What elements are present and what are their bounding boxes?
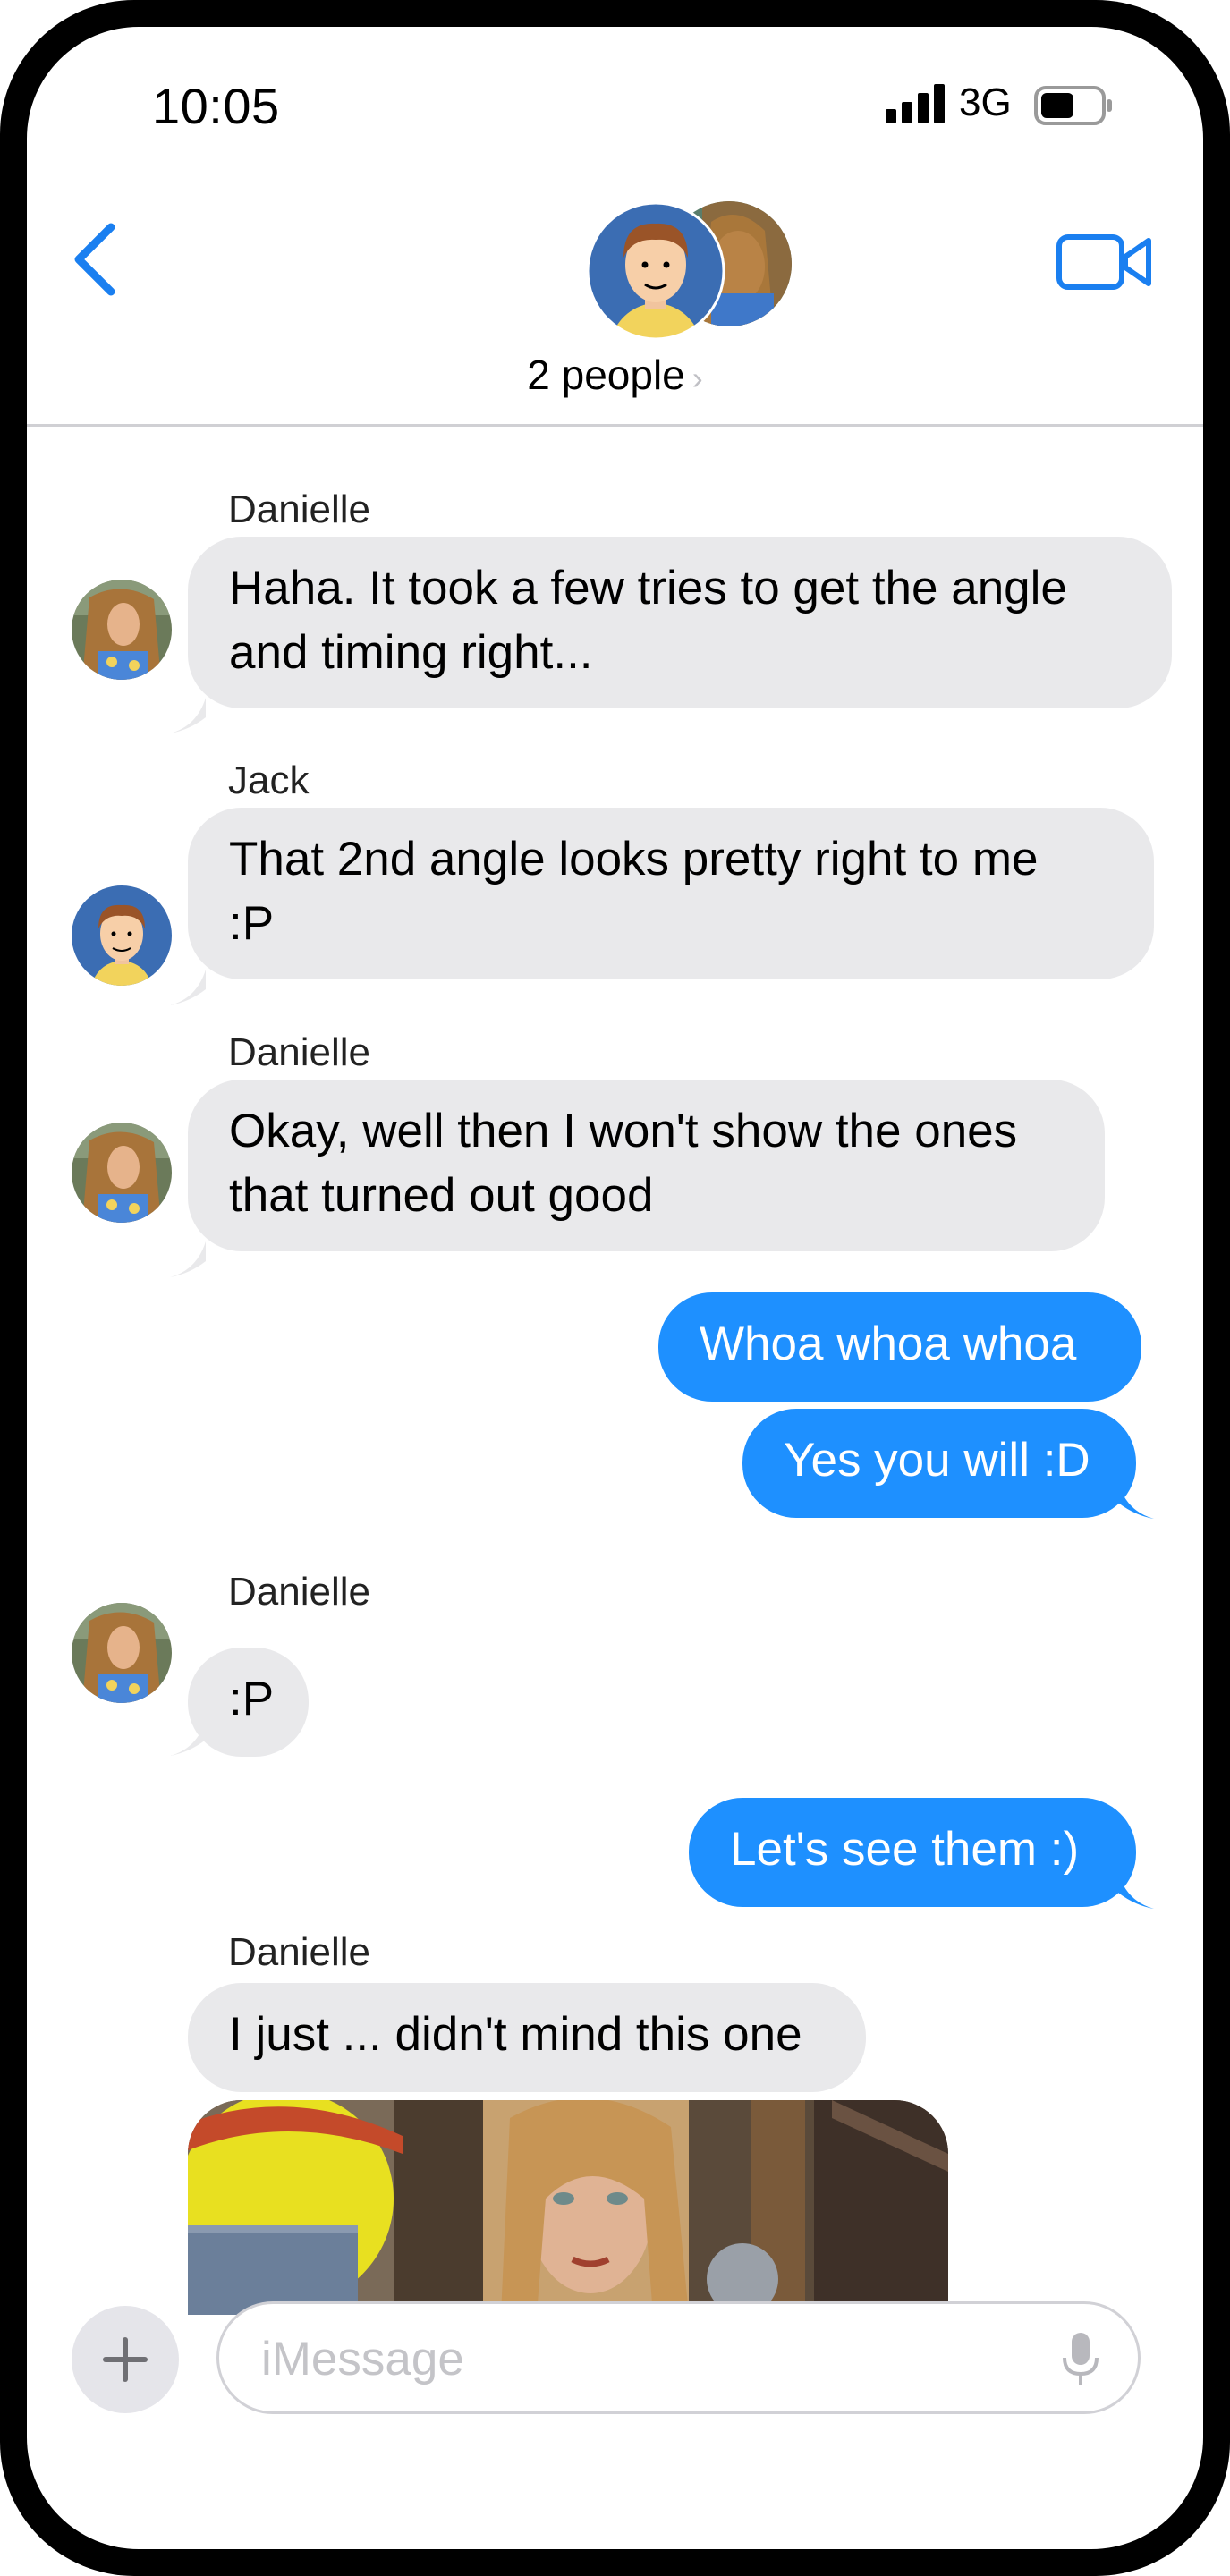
sender-name: Danielle bbox=[228, 1030, 370, 1074]
avatar-jack[interactable] bbox=[72, 886, 172, 986]
message-text: Yes you will :D bbox=[784, 1434, 1090, 1487]
message-text-line: Haha. It took a few tries to get the ang… bbox=[229, 562, 1067, 614]
photo-attachment[interactable] bbox=[188, 2100, 948, 2315]
microphone-icon[interactable] bbox=[1061, 2331, 1100, 2388]
phone-frame: 10:05 3G 2 people › Danielle Haha. It to… bbox=[0, 0, 1230, 2576]
bubble-tail bbox=[1118, 1483, 1154, 1519]
message-bubble-incoming[interactable]: Okay, well then I won't show the ones th… bbox=[188, 1080, 1105, 1251]
back-chevron-icon[interactable] bbox=[64, 215, 127, 304]
message-text-line: that turned out good bbox=[229, 1169, 654, 1222]
bubble-tail bbox=[170, 1241, 206, 1277]
messages-screen: 10:05 3G 2 people › Danielle Haha. It to… bbox=[27, 27, 1203, 2549]
sender-name: Danielle bbox=[228, 1930, 370, 1974]
message-input-container bbox=[216, 2301, 1141, 2414]
message-bubble-outgoing[interactable]: Let's see them :) bbox=[689, 1798, 1136, 1907]
message-bubble-incoming[interactable]: That 2nd angle looks pretty right to me … bbox=[188, 808, 1154, 979]
message-text-line: :P bbox=[229, 897, 275, 950]
message-text-line: That 2nd angle looks pretty right to me bbox=[229, 833, 1039, 886]
sender-name: Danielle bbox=[228, 487, 370, 531]
chevron-right-icon: › bbox=[691, 360, 703, 396]
add-attachment-button[interactable] bbox=[72, 2306, 179, 2413]
group-avatar[interactable] bbox=[586, 195, 801, 347]
group-label-text: 2 people bbox=[527, 352, 685, 398]
message-text: Whoa whoa whoa bbox=[700, 1318, 1077, 1370]
sender-name: Danielle bbox=[228, 1570, 370, 1614]
battery-icon bbox=[1034, 86, 1112, 125]
header-divider bbox=[27, 424, 1203, 427]
message-text-line: and timing right... bbox=[229, 626, 593, 679]
message-text: I just ... didn't mind this one bbox=[229, 2008, 802, 2061]
message-text: :P bbox=[229, 1673, 275, 1725]
avatar-danielle[interactable] bbox=[72, 1603, 172, 1703]
message-bubble-incoming[interactable]: Haha. It took a few tries to get the ang… bbox=[188, 537, 1172, 708]
avatar-danielle[interactable] bbox=[72, 580, 172, 680]
message-bubble-outgoing[interactable]: Yes you will :D bbox=[742, 1409, 1136, 1518]
plus-icon bbox=[103, 2337, 148, 2382]
status-time: 10:05 bbox=[152, 78, 280, 134]
network-label: 3G bbox=[959, 80, 1012, 124]
message-bubble-outgoing[interactable]: Whoa whoa whoa bbox=[658, 1292, 1141, 1402]
signal-icon bbox=[886, 84, 945, 123]
message-bubble-incoming[interactable]: :P bbox=[188, 1648, 309, 1757]
bubble-tail bbox=[170, 698, 206, 733]
avatar-danielle[interactable] bbox=[72, 1123, 172, 1223]
sender-name: Jack bbox=[228, 758, 310, 802]
group-label[interactable]: 2 people › bbox=[27, 351, 1203, 399]
message-text-line: Okay, well then I won't show the ones bbox=[229, 1105, 1018, 1157]
bubble-tail bbox=[170, 970, 206, 1005]
imessage-input[interactable] bbox=[259, 2331, 1023, 2386]
message-text: Let's see them :) bbox=[730, 1823, 1080, 1876]
video-camera-icon[interactable] bbox=[1056, 228, 1154, 300]
bubble-tail bbox=[1118, 1873, 1154, 1909]
message-bubble-incoming[interactable]: I just ... didn't mind this one bbox=[188, 1983, 866, 2092]
